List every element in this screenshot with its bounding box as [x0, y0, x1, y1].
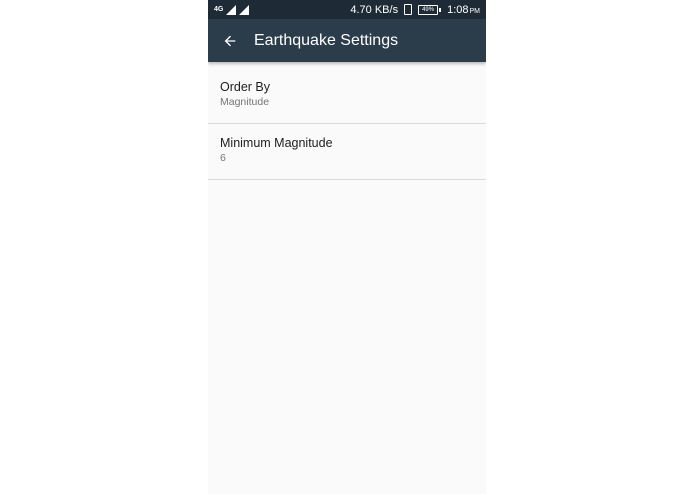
preference-minimum-magnitude[interactable]: Minimum Magnitude 6	[208, 124, 486, 180]
status-bar: 4G 4.70 KB/s 49% 1:08PM	[208, 0, 486, 19]
preference-order-by[interactable]: Order By Magnitude	[208, 68, 486, 124]
status-right-icons: 4.70 KB/s 49% 1:08PM	[350, 4, 480, 16]
vibrate-icon	[404, 4, 413, 15]
status-left-icons: 4G	[214, 4, 250, 15]
clock: 1:08PM	[447, 4, 480, 16]
preference-title: Order By	[220, 80, 271, 94]
signal-strength-secondary-icon	[239, 4, 250, 15]
phone-screen: 4G 4.70 KB/s 49% 1:08PM Earthquake Setti…	[208, 0, 486, 494]
clock-ampm: PM	[469, 7, 481, 15]
back-button[interactable]	[208, 19, 252, 62]
battery-icon: 49%	[418, 4, 442, 15]
preference-summary: Magnitude	[220, 96, 270, 108]
clock-time: 1:08	[447, 3, 469, 16]
preference-list: Order By Magnitude Minimum Magnitude 6	[208, 68, 486, 180]
battery-level: 49%	[418, 4, 439, 15]
network-type-label: 4G	[214, 6, 224, 13]
signal-strength-icon	[226, 4, 237, 15]
preference-summary: 6	[220, 152, 226, 164]
network-speed: 4.70 KB/s	[350, 3, 399, 16]
preference-title: Minimum Magnitude	[220, 136, 333, 150]
arrow-back-icon	[224, 35, 236, 46]
page-title: Earthquake Settings	[254, 31, 399, 49]
app-bar: Earthquake Settings	[208, 19, 486, 62]
battery-tip	[439, 7, 442, 12]
